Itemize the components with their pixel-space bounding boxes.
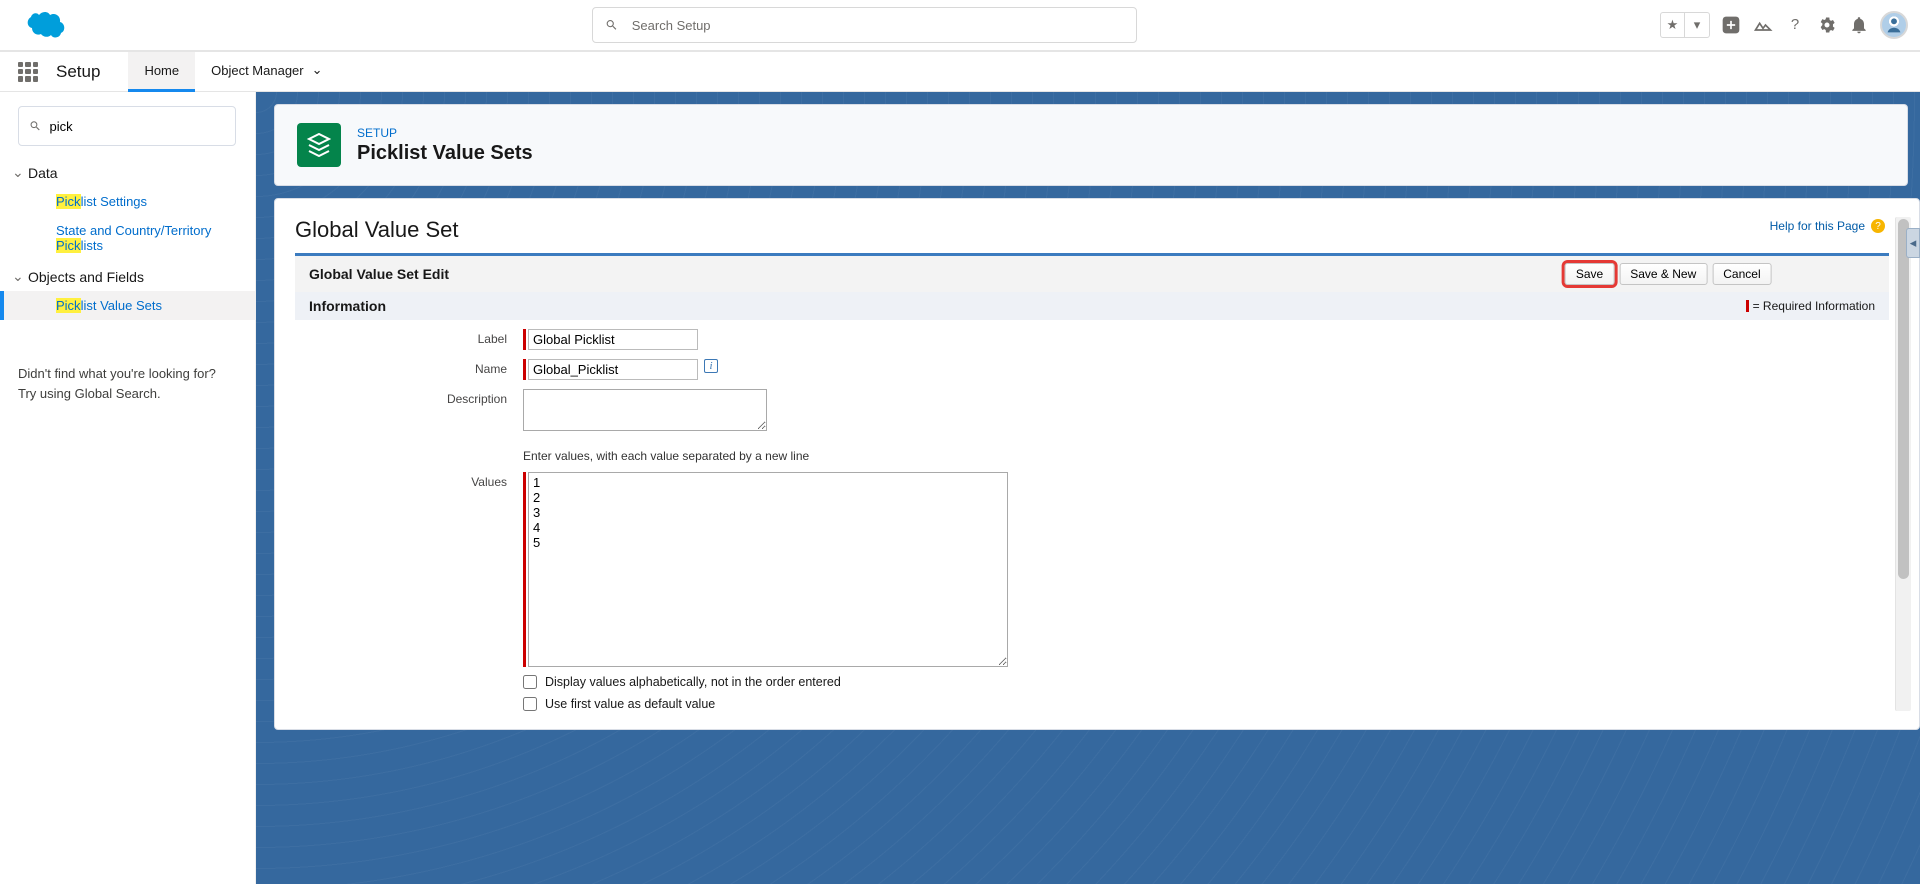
app-name: Setup xyxy=(56,62,128,82)
cancel-button[interactable]: Cancel xyxy=(1712,263,1771,285)
page-kicker: SETUP xyxy=(357,126,533,140)
sidebar-item-picklist-value-sets[interactable]: Picklist Value Sets xyxy=(0,291,255,320)
display-alpha-label: Display values alphabetically, not in th… xyxy=(545,675,841,689)
favorites-button[interactable]: ★ ▾ xyxy=(1660,12,1710,38)
sidebar-item-picklist-settings[interactable]: Picklist Settings xyxy=(18,187,237,216)
gear-icon[interactable] xyxy=(1816,14,1838,36)
description-lbl: Description xyxy=(295,389,523,406)
values-field[interactable] xyxy=(528,472,1008,667)
values-hint: Enter values, with each value separated … xyxy=(523,449,1889,463)
help-icon: ? xyxy=(1871,219,1885,233)
app-subheader: Setup Home Object Manager⌄ xyxy=(0,52,1920,92)
tree-group-objects-fields[interactable]: ⌄Objects and Fields xyxy=(12,268,237,285)
quick-find-input[interactable] xyxy=(50,119,225,134)
save-button[interactable]: Save xyxy=(1565,263,1614,285)
salesforce-logo-icon xyxy=(18,8,68,42)
picklist-icon xyxy=(297,123,341,167)
global-search-input[interactable] xyxy=(632,18,1124,33)
section-title: Global Value Set Edit xyxy=(309,266,449,282)
first-default-label: Use first value as default value xyxy=(545,697,715,711)
page-header: SETUP Picklist Value Sets xyxy=(274,104,1908,186)
help-icon[interactable]: ? xyxy=(1784,14,1806,36)
search-icon xyxy=(605,18,618,32)
description-field[interactable] xyxy=(523,389,767,431)
scrollbar-thumb[interactable] xyxy=(1898,219,1909,579)
sidebar-item-state-country-picklists[interactable]: State and Country/Territory Picklists xyxy=(18,216,237,260)
add-icon[interactable] xyxy=(1720,14,1742,36)
label-lbl: Label xyxy=(295,329,523,346)
detail-title: Global Value Set xyxy=(295,217,1889,243)
help-link[interactable]: Help for this Page? xyxy=(1770,219,1885,233)
svg-text:?: ? xyxy=(1791,16,1799,33)
global-search[interactable] xyxy=(592,7,1137,43)
required-info: = Required Information xyxy=(1746,298,1875,314)
sidebar-notfound: Didn't find what you're looking for? Try… xyxy=(18,364,237,403)
bell-icon[interactable] xyxy=(1848,14,1870,36)
tab-home[interactable]: Home xyxy=(128,52,195,92)
app-launcher-icon[interactable] xyxy=(18,62,38,82)
setup-sidebar: ⌄Data Picklist Settings State and Countr… xyxy=(0,92,256,884)
scrollbar[interactable] xyxy=(1895,217,1911,711)
info-header: Information xyxy=(309,298,386,314)
info-bar: Information = Required Information xyxy=(295,292,1889,320)
chevron-down-icon: ▾ xyxy=(1685,13,1709,37)
avatar[interactable] xyxy=(1880,11,1908,39)
save-and-new-button[interactable]: Save & New xyxy=(1619,263,1707,285)
chevron-down-icon: ⌄ xyxy=(12,268,24,285)
detail-panel: Global Value Set Help for this Page? Glo… xyxy=(274,198,1920,730)
values-lbl: Values xyxy=(295,472,523,489)
content-area: SETUP Picklist Value Sets ◂ Global Value… xyxy=(256,92,1920,884)
global-header: ★ ▾ ? xyxy=(0,0,1920,52)
star-icon: ★ xyxy=(1661,13,1685,37)
chevron-down-icon: ⌄ xyxy=(12,164,24,181)
header-actions: ★ ▾ ? xyxy=(1660,11,1908,39)
info-icon[interactable]: i xyxy=(704,359,718,373)
chevron-down-icon: ⌄ xyxy=(312,62,323,78)
page-title: Picklist Value Sets xyxy=(357,142,533,165)
trailhead-icon[interactable] xyxy=(1752,14,1774,36)
first-default-checkbox[interactable] xyxy=(523,697,537,711)
tab-object-manager[interactable]: Object Manager⌄ xyxy=(195,52,338,92)
name-lbl: Name xyxy=(295,359,523,376)
section-bar: Global Value Set Edit Save Save & New Ca… xyxy=(295,253,1889,292)
tree-group-data[interactable]: ⌄Data xyxy=(12,164,237,181)
search-icon xyxy=(29,119,42,133)
side-panel-handle[interactable]: ◂ xyxy=(1906,228,1920,258)
name-field[interactable] xyxy=(528,359,698,380)
label-field[interactable] xyxy=(528,329,698,350)
required-bar-icon xyxy=(1746,300,1749,312)
quick-find[interactable] xyxy=(18,106,236,146)
display-alpha-checkbox[interactable] xyxy=(523,675,537,689)
